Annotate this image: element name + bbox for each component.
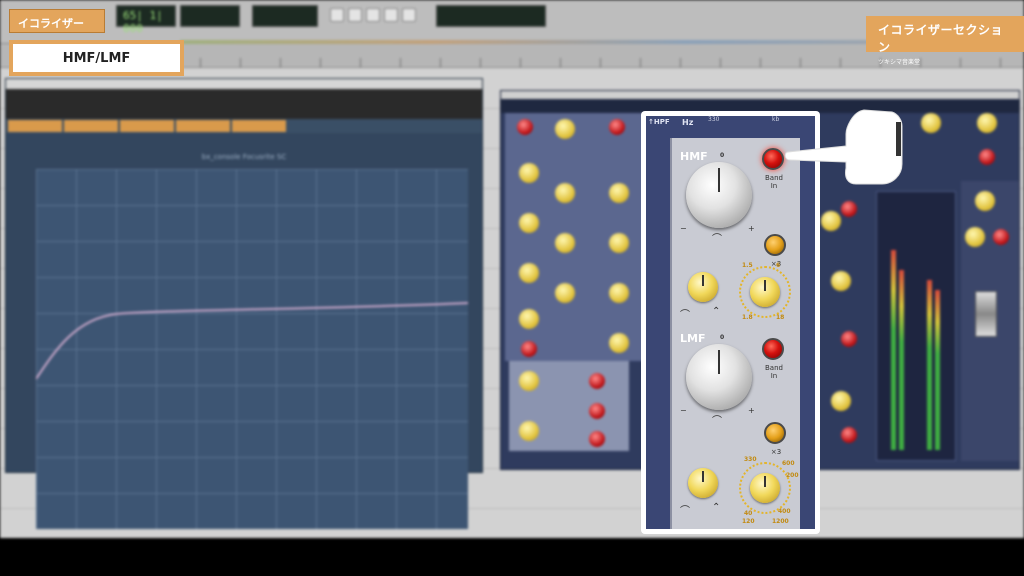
lmf-minus-label: − <box>680 406 687 415</box>
hmf-freq-tick-0: 1.5 <box>742 262 753 269</box>
hmf-gain-knob[interactable] <box>686 162 752 228</box>
transport-play-button[interactable] <box>384 8 398 22</box>
hz-label: Hz <box>682 118 694 127</box>
corner-topic-label: イコライザー <box>9 9 105 33</box>
lmf-freq-tick-4: 120 <box>742 518 755 525</box>
transport-ff-button[interactable] <box>348 8 362 22</box>
lmf-freq-tick-2: 200 <box>786 472 799 479</box>
section-title-label: イコライザーセクション ツキシマ音楽堂 <box>866 16 1024 66</box>
hmf-minus-label: − <box>680 224 687 233</box>
section-subtitle: ツキシマ音楽堂 <box>878 60 921 66</box>
eq-curve <box>36 302 468 380</box>
bell-curve-icon: ⌒ <box>712 416 722 427</box>
q-narrow-icon: ⌃ <box>712 306 721 317</box>
tab[interactable] <box>8 120 62 132</box>
hmf-x3-button[interactable] <box>764 234 786 256</box>
hpf-330-label: 330 <box>708 116 720 123</box>
hmf-freq-knob[interactable] <box>750 277 780 307</box>
pointing-hand-icon <box>784 109 903 185</box>
lmf-freq-tick-5: 1200 <box>772 518 789 525</box>
tempo-display <box>436 5 546 27</box>
transport-stop-button[interactable] <box>366 8 380 22</box>
volume-fader[interactable] <box>975 291 997 337</box>
hmf-gain-zero: 0 <box>720 152 725 159</box>
window-titlebar[interactable] <box>6 79 482 89</box>
hmf-band-in-button[interactable] <box>762 148 784 170</box>
hmf-freq-tick-3: 18 <box>776 314 785 321</box>
lmf-freq-tick-1: 600 <box>782 460 795 467</box>
lmf-band-in-label: Band In <box>765 364 783 380</box>
lmf-q-knob[interactable] <box>688 468 718 498</box>
lmf-freq-tick-3: 40 <box>744 510 753 517</box>
console-titlebar[interactable] <box>501 91 1019 99</box>
transport-record-button[interactable] <box>402 8 416 22</box>
console-channel-body <box>505 113 645 361</box>
eq-plugin-window[interactable]: bx_console Focusrite SC <box>5 78 483 529</box>
band-name-text: HMF/LMF <box>13 44 180 72</box>
lmf-freq-tick-0: 330 <box>744 456 757 463</box>
lmf-plus-label: + <box>748 406 755 415</box>
hmf-title: HMF <box>680 150 708 163</box>
hpf-strip <box>646 116 670 529</box>
q-wide-icon: ⌒ <box>680 310 690 321</box>
eq-window-title: bx_console Focusrite SC <box>201 153 287 161</box>
console-dynamics-section <box>509 361 629 451</box>
tab[interactable] <box>64 120 118 132</box>
lmf-x3-label: ×3 <box>770 448 782 456</box>
lmf-gain-zero: 0 <box>720 334 725 341</box>
tab[interactable] <box>120 120 174 132</box>
eq-curve-plot[interactable] <box>36 169 468 529</box>
tab[interactable] <box>176 120 230 132</box>
band-name-box: HMF/LMF <box>9 40 184 76</box>
transport-rewind-button[interactable] <box>330 8 344 22</box>
eq-faceplate: HMF 0 − + ⌒ Band In ×3 ⌒ ⌃ 1.5 6 1.8 18 … <box>670 138 800 529</box>
tertiary-counter <box>252 5 318 27</box>
hmf-freq-tick-2: 1.8 <box>742 314 753 321</box>
lmf-band-in-button[interactable] <box>762 338 784 360</box>
plugin-tabs <box>6 119 482 133</box>
section-title: イコライザーセクション <box>878 23 1004 54</box>
lmf-freq-knob[interactable] <box>750 473 780 503</box>
lmf-freq-tick-6: 400 <box>778 508 791 515</box>
daw-background: 65| 1| 000 bx_console Focusrite SC <box>0 0 1024 538</box>
hpf-label: ↑HPF <box>648 118 670 126</box>
q-narrow-icon: ⌃ <box>712 502 721 513</box>
main-counter: 65| 1| 000 <box>116 5 176 35</box>
lmf-gain-knob[interactable] <box>686 344 752 410</box>
q-wide-icon: ⌒ <box>680 506 690 517</box>
plugin-header <box>6 89 482 119</box>
lmf-title: LMF <box>680 332 706 345</box>
fader-panel <box>961 181 1019 461</box>
hmf-freq-tick-1: 6 <box>776 262 781 269</box>
kb-label: kb <box>772 116 780 123</box>
hmf-plus-label: + <box>748 224 755 233</box>
tab[interactable] <box>232 120 286 132</box>
hmf-q-knob[interactable] <box>688 272 718 302</box>
output-meter <box>876 191 956 461</box>
lmf-x3-button[interactable] <box>764 422 786 444</box>
secondary-counter <box>180 5 240 27</box>
bell-curve-icon: ⌒ <box>712 234 722 245</box>
